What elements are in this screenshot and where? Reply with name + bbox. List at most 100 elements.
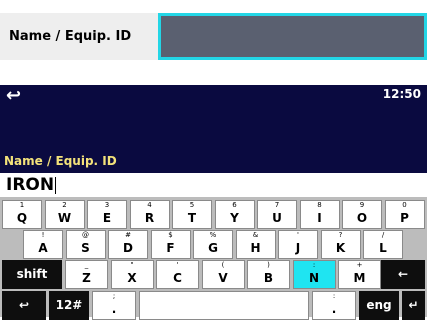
key-q[interactable]: 1Q — [2, 200, 42, 229]
key-sub-label: ' — [176, 261, 179, 269]
dot-label: . — [111, 302, 117, 316]
key-u[interactable]: 7U — [257, 200, 297, 229]
key-sub-label: : — [312, 261, 316, 269]
key-label: P — [400, 211, 409, 225]
key-sub-label: ) — [267, 261, 270, 269]
key-label: G — [208, 241, 218, 255]
key-o[interactable]: 9O — [342, 200, 382, 229]
key-i[interactable]: 8I — [299, 200, 340, 229]
numsym-key[interactable]: 12# — [49, 291, 89, 320]
space-key[interactable] — [139, 291, 309, 320]
key-d[interactable]: # D — [108, 230, 148, 259]
key-label: T — [187, 211, 197, 225]
key-sub-label: 1 — [19, 201, 25, 209]
key-sub-label: / — [381, 231, 385, 239]
shift-label: shift — [16, 267, 48, 281]
key-label: R — [144, 211, 155, 225]
key-z[interactable]: _ Z — [65, 260, 108, 289]
key-sub-label: 5 — [189, 201, 195, 209]
on-screen-keyboard: shift ← ↩ 12# ; . : . eng ↵ 1Q2W3E4R5T6Y… — [0, 197, 427, 320]
key-label: Z — [82, 271, 91, 285]
key-sub-label: $ — [168, 231, 173, 239]
key-t[interactable]: 5T — [172, 200, 212, 229]
key-e[interactable]: 3E — [87, 200, 127, 229]
key-k[interactable]: ? K — [320, 230, 361, 259]
key-r[interactable]: 4R — [129, 200, 170, 229]
numsym-label: 12# — [55, 298, 83, 312]
field-row: Name / Equip. ID — [0, 13, 427, 60]
key-label: U — [272, 211, 282, 225]
key-label: D — [123, 241, 133, 255]
key-label: Q — [16, 211, 28, 225]
key-label: H — [250, 241, 261, 255]
clock: 12:50 — [382, 87, 421, 101]
dot2-label: . — [331, 302, 337, 316]
key-label: M — [353, 271, 366, 285]
language-key[interactable]: eng — [359, 291, 399, 320]
key-w[interactable]: 2W — [44, 200, 85, 229]
key-h[interactable]: & H — [235, 230, 276, 259]
name-equip-id-field[interactable] — [158, 13, 427, 60]
key-label: J — [295, 241, 301, 255]
text-input[interactable]: IRON — [0, 173, 427, 197]
key-sub-label: + — [356, 261, 363, 269]
back-icon-bottom: ↩ — [18, 298, 30, 312]
input-value: IRON — [6, 175, 55, 195]
key-label: W — [57, 211, 72, 225]
shift-key[interactable]: shift — [2, 260, 62, 289]
key-sub-label: " — [130, 261, 134, 269]
bottom-back-key[interactable]: ↩ — [2, 291, 46, 320]
input-value-wrap: IRON — [6, 173, 57, 197]
key-label: V — [218, 271, 228, 285]
key-sub-label: % — [209, 231, 217, 239]
key-label: L — [379, 241, 387, 255]
key-label: I — [317, 211, 322, 225]
key-y[interactable]: 6Y — [214, 200, 255, 229]
dot2-sub: : — [332, 292, 336, 300]
backspace-icon: ← — [397, 267, 409, 281]
key-sub-label: # — [125, 231, 131, 239]
key-sub-label: 8 — [317, 201, 322, 209]
key-g[interactable]: % G — [193, 230, 233, 259]
back-icon[interactable]: ↩ — [6, 85, 21, 106]
key-label: S — [81, 241, 90, 255]
key-c[interactable]: ' C — [156, 260, 199, 289]
text-caret — [55, 176, 57, 194]
dot-key[interactable]: ; . — [92, 291, 136, 320]
key-label: E — [102, 211, 112, 225]
dot2-key[interactable]: : . — [312, 291, 356, 320]
key-sub-label: 0 — [402, 201, 407, 209]
key-sub-label: @ — [82, 231, 89, 239]
key-label: O — [356, 211, 368, 225]
backspace-key[interactable]: ← — [381, 260, 425, 289]
key-j[interactable]: ' J — [278, 230, 318, 259]
key-n[interactable]: :N — [292, 260, 336, 289]
enter-icon: ↵ — [408, 298, 419, 312]
key-label: A — [38, 241, 48, 255]
language-label: eng — [366, 298, 392, 312]
key-a[interactable]: ! A — [23, 230, 63, 259]
key-x[interactable]: " X — [110, 260, 154, 289]
key-v[interactable]: (V — [201, 260, 245, 289]
key-label: X — [127, 271, 137, 285]
field-label: Name / Equip. ID — [9, 29, 132, 44]
enter-key[interactable]: ↵ — [402, 291, 425, 320]
key-sub-label: 2 — [62, 201, 67, 209]
key-sub-label: 9 — [359, 201, 365, 209]
key-l[interactable]: / L — [363, 230, 403, 259]
key-sub-label: ? — [338, 231, 343, 239]
key-s[interactable]: @ S — [65, 230, 106, 259]
key-sub-label: 6 — [232, 201, 237, 209]
key-f[interactable]: $ F — [150, 230, 191, 259]
key-b[interactable]: ) B — [247, 260, 290, 289]
key-sub-label: 3 — [104, 201, 110, 209]
key-label: K — [335, 241, 346, 255]
dot-sub: ; — [112, 292, 116, 300]
key-m[interactable]: + M — [338, 260, 381, 289]
key-label: N — [308, 271, 320, 285]
keyboard-header-panel: ↩ 12:50 Name / Equip. ID — [0, 85, 427, 173]
input-title: Name / Equip. ID — [4, 154, 117, 168]
key-sub-label: ' — [297, 231, 299, 239]
key-p[interactable]: 0P — [384, 200, 425, 229]
key-label: Y — [230, 211, 239, 225]
